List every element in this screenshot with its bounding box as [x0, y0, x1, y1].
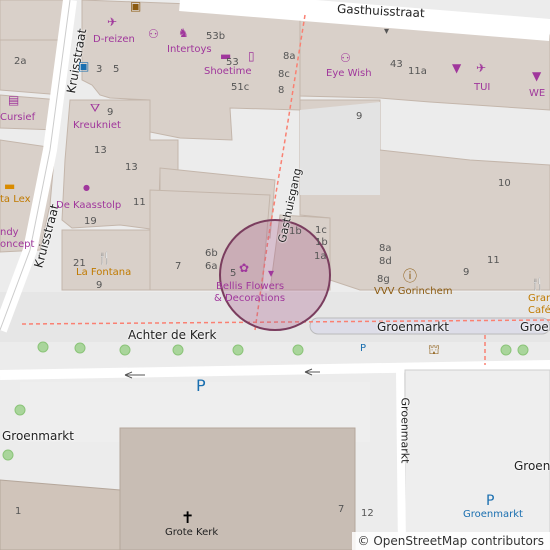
poi-label-tui: TUI: [474, 82, 491, 93]
house-number: 9: [107, 107, 114, 118]
house-number: 1: [15, 506, 22, 517]
restaurant-icon: 🍴: [97, 251, 112, 265]
glasses-icon-eyewish: ⚇: [340, 51, 351, 65]
map-view[interactable]: Gasthuisstraat Kruisstraat Kruisstraat G…: [0, 0, 550, 550]
shop-bag-icon: ▾: [268, 266, 275, 280]
house-number: 8a: [379, 243, 392, 254]
house-number: 6b: [205, 248, 218, 259]
street-label-groenmarkt-far-right: Groenm: [514, 459, 550, 473]
street-label-achter-de-kerk: Achter de Kerk: [128, 328, 217, 342]
glasses-icon: ⚇: [148, 27, 159, 41]
parking-small-icon: P: [360, 343, 367, 354]
poi-label-grote-kerk: Grote Kerk: [165, 527, 219, 538]
house-number: 51c: [231, 82, 250, 93]
house-number: 3: [96, 64, 103, 75]
clothes-icon-we: ▼: [532, 69, 542, 83]
house-number: 53: [226, 57, 239, 68]
shop-dot-icon: ●: [83, 183, 90, 192]
house-number: 9: [96, 280, 103, 291]
house-number: 13: [94, 145, 107, 156]
bus-stop-icon: ▣: [78, 59, 90, 73]
house-number: 8g: [377, 274, 390, 285]
house-number: 5: [230, 268, 237, 279]
house-number: 8: [278, 85, 285, 96]
information-icon: ⓘ: [403, 269, 417, 285]
house-number: 8a: [283, 51, 296, 62]
poi-label-kreukniet: Kreukniet: [73, 120, 121, 131]
books-icon: ▤: [8, 93, 20, 107]
house-number: 19: [84, 216, 97, 227]
house-number: 43: [390, 59, 403, 70]
house-number: 10: [498, 178, 511, 189]
poi-label-intertoys: Intertoys: [167, 44, 212, 55]
poi-label-bellis-1: Bellis Flowers: [216, 281, 285, 292]
poi-label-fontana: La Fontana: [76, 267, 132, 278]
phone-icon: ▯: [248, 49, 255, 63]
map-attribution[interactable]: © OpenStreetMap contributors: [351, 532, 550, 550]
house-number: 8c: [278, 69, 290, 80]
florist-icon: ✿: [239, 261, 250, 275]
parking-icon-right: P: [486, 493, 495, 509]
street-label-groenmarkt: Groenmarkt: [377, 320, 449, 334]
poi-label-we: WE: [529, 88, 546, 99]
house-number: 11a: [408, 66, 427, 77]
poi-label-grand-1: Grand: [528, 293, 550, 304]
house-number: 1c: [315, 225, 327, 236]
parking-icon: P: [196, 376, 206, 395]
street-label-groenmarkt-right: Groen: [520, 320, 550, 334]
fastfood-icon: ▬: [4, 179, 16, 193]
poi-label-cursief: Cursief: [0, 112, 36, 123]
dry-cleaning-icon: ⛛: [90, 101, 101, 115]
house-number: 6a: [205, 261, 218, 272]
poi-label-grand-2: Café TA: [528, 305, 550, 316]
waste-basket-icon: ▾: [384, 26, 390, 37]
house-number: 7: [175, 261, 182, 272]
travel-agency-icon-tui: ✈: [476, 61, 487, 75]
location-marker[interactable]: [219, 219, 331, 331]
poi-label-ndy: ndy: [0, 227, 19, 238]
house-number: 21: [73, 258, 86, 269]
clothes-icon: ▼: [452, 61, 462, 75]
house-number: 11: [133, 197, 146, 208]
house-number: 2a: [14, 56, 27, 67]
house-number: 9: [356, 111, 363, 122]
monument-icon: ⛫: [428, 343, 440, 358]
attribution-text[interactable]: © OpenStreetMap contributors: [358, 534, 544, 548]
poi-label-shoetime: Shoetime: [204, 66, 252, 77]
toy-horse-icon: ♞: [178, 26, 189, 40]
house-number: 11: [487, 255, 500, 266]
poi-label-parking: Groenmarkt: [463, 509, 523, 520]
travel-agency-icon: ✈: [107, 15, 118, 29]
house-number: 1a: [314, 251, 327, 262]
house-number: 8d: [379, 256, 392, 267]
street-label-groenmarkt-vertical: Groenmarkt: [398, 397, 412, 464]
poi-label-vvv: VVV Gorinchem: [374, 286, 453, 297]
poi-label-oncept: oncept: [0, 239, 35, 250]
house-number: 1b: [289, 226, 302, 237]
poi-label-bellis-2: & Decorations: [214, 293, 286, 304]
house-number: 5: [113, 64, 120, 75]
poi-label-eyewish: Eye Wish: [326, 68, 372, 79]
street-label-groenmarkt-left: Groenmarkt: [2, 429, 74, 443]
house-number: 9: [463, 267, 470, 278]
house-number: 12: [361, 508, 374, 519]
restaurant-icon-grand: 🍴: [530, 277, 545, 291]
house-number: 1b: [315, 237, 328, 248]
museum-icon: ▣: [130, 0, 142, 13]
poi-label-lex: ta Lex: [0, 194, 31, 205]
house-number: 13: [125, 162, 138, 173]
house-number: 7: [338, 504, 345, 515]
church-icon: ✝: [181, 508, 195, 527]
poi-label-dreizen: D-reizen: [93, 34, 135, 45]
house-number: 53b: [206, 31, 226, 42]
poi-label-kaasstolp: De Kaasstolp: [56, 200, 122, 211]
